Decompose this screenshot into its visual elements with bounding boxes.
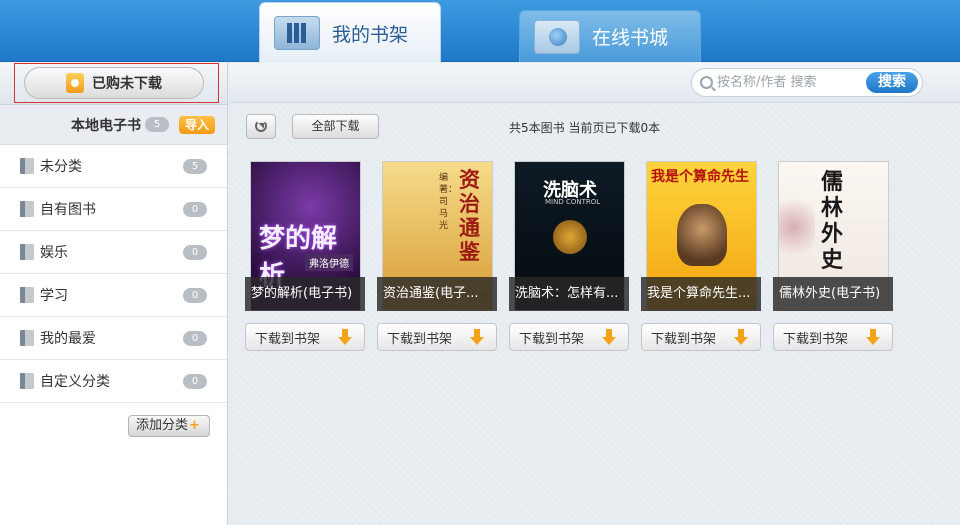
search-bar: 搜索 [229, 63, 960, 103]
refresh-button[interactable] [246, 114, 276, 139]
butterfly-emblem [553, 220, 587, 254]
book-icon [20, 287, 34, 303]
add-category-button[interactable]: 添加分类+ [128, 415, 210, 437]
tab-label: 在线书城 [592, 27, 669, 49]
category-count-badge: 0 [183, 287, 207, 303]
sidebar-item-study[interactable]: 学习 0 [0, 274, 227, 317]
add-category-label: 添加分类 [136, 418, 189, 433]
download-to-shelf-button[interactable]: 下载到书架 [641, 323, 761, 351]
main-content: 全部下载 共5本图书 当前页已下载0本 梦的解析 弗洛伊德 梦的解析(电子书) … [229, 104, 960, 525]
book-icon [20, 373, 34, 389]
cover-title: 资治通鉴 [459, 168, 480, 264]
cover-title: 我是个算命先生 [651, 169, 749, 185]
search-icon [700, 76, 713, 89]
category-label: 自定义分类 [40, 374, 110, 390]
search-button[interactable]: 搜索 [866, 72, 918, 93]
category-count-badge: 0 [183, 244, 207, 260]
download-badge-icon [66, 73, 84, 93]
top-bar: 我的书架 在线书城 [0, 0, 960, 63]
book-title-caption: 儒林外史(电子书) [773, 277, 893, 311]
book-icon [20, 330, 34, 346]
download-label: 下载到书架 [519, 331, 585, 347]
download-summary: 共5本图书 当前页已下载0本 [509, 121, 661, 135]
book-title-caption: 我是个算命先生... [641, 277, 761, 311]
category-label: 未分类 [40, 159, 82, 175]
category-label: 学习 [40, 288, 68, 304]
blossom-decoration [779, 192, 815, 262]
download-arrow-icon [468, 329, 486, 347]
category-label: 娱乐 [40, 245, 68, 261]
cover-author: 弗洛伊德 [305, 254, 353, 271]
book-title-caption: 资治通鉴(电子... [377, 277, 497, 311]
book-grid: 梦的解析 弗洛伊德 梦的解析(电子书) 下载到书架 资治通鉴 编著：司马光 资治… [245, 159, 945, 359]
download-arrow-icon [864, 329, 882, 347]
category-label: 自有图书 [40, 202, 96, 218]
sidebar-item-custom[interactable]: 自定义分类 0 [0, 360, 227, 403]
category-count-badge: 0 [183, 373, 207, 389]
cover-title: 儒林外史 [821, 170, 844, 273]
sidebar: 已购未下载 本地电子书 5 导入 未分类 5 自有图书 0 娱乐 0 学习 0 [0, 63, 228, 525]
plus-icon: + [189, 418, 200, 433]
globe-folder-icon [534, 19, 580, 54]
book-icon [20, 158, 34, 174]
download-to-shelf-button[interactable]: 下载到书架 [509, 323, 629, 351]
category-count-badge: 5 [183, 158, 207, 174]
tab-online-store[interactable]: 在线书城 [519, 10, 701, 62]
tab-my-bookshelf[interactable]: 我的书架 [259, 2, 441, 63]
download-label: 下载到书架 [783, 331, 849, 347]
local-ebooks-header: 本地电子书 5 导入 [0, 105, 227, 145]
fortune-teller-portrait [677, 204, 727, 266]
book-icon [20, 201, 34, 217]
cover-subtitle: MIND CONTROL [545, 198, 601, 206]
category-count-badge: 0 [183, 330, 207, 346]
download-label: 下载到书架 [387, 331, 453, 347]
category-list: 未分类 5 自有图书 0 娱乐 0 学习 0 我的最爱 0 自定义分类 0 [0, 145, 227, 403]
download-label: 下载到书架 [651, 331, 717, 347]
local-count-badge: 5 [145, 117, 169, 132]
category-count-badge: 0 [183, 201, 207, 217]
bookshelf-icon [274, 16, 320, 50]
download-arrow-icon [336, 329, 354, 347]
cover-author: 编著：司马光 [439, 173, 458, 231]
local-ebooks-label: 本地电子书 [71, 117, 141, 134]
search-input[interactable] [717, 75, 857, 90]
book-icon [20, 244, 34, 260]
book-title-caption: 梦的解析(电子书) [245, 277, 365, 311]
sidebar-item-favorites[interactable]: 我的最爱 0 [0, 317, 227, 360]
purchased-not-downloaded-button[interactable]: 已购未下载 [24, 67, 204, 99]
download-to-shelf-button[interactable]: 下载到书架 [773, 323, 893, 351]
sidebar-item-own-books[interactable]: 自有图书 0 [0, 188, 227, 231]
download-arrow-icon [732, 329, 750, 347]
import-button[interactable]: 导入 [179, 115, 215, 134]
book-title-caption: 洗脑术：怎样有... [509, 277, 629, 311]
tab-label: 我的书架 [332, 23, 409, 46]
download-to-shelf-button[interactable]: 下载到书架 [245, 323, 365, 351]
refresh-icon [255, 120, 267, 132]
category-label: 我的最爱 [40, 331, 96, 347]
search-box: 搜索 [691, 68, 923, 97]
purchased-label: 已购未下载 [92, 76, 162, 92]
download-arrow-icon [600, 329, 618, 347]
sidebar-item-entertainment[interactable]: 娱乐 0 [0, 231, 227, 274]
download-to-shelf-button[interactable]: 下载到书架 [377, 323, 497, 351]
sidebar-item-uncategorized[interactable]: 未分类 5 [0, 145, 227, 188]
download-label: 下载到书架 [255, 331, 321, 347]
sidebar-header: 已购未下载 [0, 63, 227, 105]
download-all-button[interactable]: 全部下载 [292, 114, 379, 139]
